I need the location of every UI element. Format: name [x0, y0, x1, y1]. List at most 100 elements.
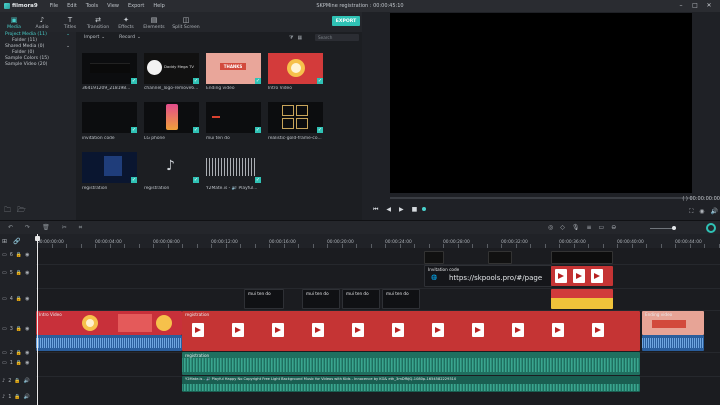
delete-icon[interactable]: 🗑	[42, 224, 50, 232]
marker-icon[interactable]: ◇	[560, 224, 565, 231]
redo-icon[interactable]: ↷	[25, 224, 30, 232]
menu-export[interactable]: Export	[128, 3, 144, 9]
arrow-clip[interactable]: mui ten do	[342, 289, 380, 309]
audio-mixer-icon[interactable]: ≡	[587, 224, 592, 231]
track-header-video-4[interactable]: ▭ 4 🔒 ◉	[0, 296, 36, 302]
lock-icon[interactable]: 🔒	[16, 252, 22, 258]
tab-split-screen[interactable]: ◫ Split Screen	[168, 12, 204, 32]
close-icon[interactable]: ✕	[702, 2, 716, 9]
media-thumb[interactable]: ✓	[144, 102, 199, 133]
folder-icon[interactable]: 🗁	[17, 206, 26, 217]
grid-view-icon[interactable]: ▦	[297, 35, 302, 41]
track-header-audio-2[interactable]: ♪ 2 🔒 🔊	[0, 378, 36, 384]
timeline-clip[interactable]	[424, 251, 444, 264]
eye-icon[interactable]: ◉	[25, 326, 29, 332]
menu-edit[interactable]: Edit	[67, 3, 77, 9]
skip-back-icon[interactable]: ⏮	[373, 206, 378, 214]
search-input[interactable]: Search	[315, 34, 359, 41]
fullscreen-icon[interactable]: ⛶	[689, 208, 693, 216]
lock-icon[interactable]: 🔒	[16, 326, 22, 332]
media-thumb[interactable]: ✓	[82, 53, 137, 84]
play-icon[interactable]: ▶	[399, 206, 404, 214]
lock-icon[interactable]: 🔒	[14, 394, 20, 400]
undo-icon[interactable]: ↶	[8, 224, 13, 232]
render-icon[interactable]: ◎	[548, 224, 553, 231]
filter-icon[interactable]: ⧩	[289, 35, 293, 41]
eye-icon[interactable]: ◉	[25, 296, 29, 302]
arrow-clip[interactable]: mui ten do	[302, 289, 340, 309]
media-thumb[interactable]: ✓	[82, 152, 137, 183]
tab-transition[interactable]: ⇄ Transition	[84, 12, 112, 32]
playhead-handle[interactable]	[35, 236, 40, 241]
crop-icon[interactable]: ⌗	[79, 224, 82, 232]
link-icon[interactable]: 🔗	[13, 238, 20, 245]
snapshot-icon[interactable]: ◉	[699, 208, 704, 216]
lock-icon[interactable]: 🔒	[16, 360, 22, 366]
track-header-video-2[interactable]: ▭ 2 🔒 ◉	[0, 350, 36, 356]
eye-icon[interactable]: ◉	[25, 270, 29, 276]
eye-icon[interactable]: ◉	[25, 350, 29, 356]
intro-video-clip[interactable]: Intro Video	[36, 311, 182, 335]
zoom-out-icon[interactable]: ⊖	[611, 224, 616, 231]
menu-file[interactable]: File	[50, 3, 58, 9]
timeline-clip[interactable]	[551, 251, 613, 264]
track-header-audio-1[interactable]: ♪ 1 🔒 🔊	[0, 394, 36, 400]
track-header-video-1[interactable]: ▭ 1 🔒 ◉	[0, 360, 36, 366]
colorful-clip[interactable]	[551, 289, 613, 309]
timeline-playhead[interactable]	[37, 234, 38, 405]
media-thumb[interactable]: ♪ ✓	[144, 152, 199, 183]
eye-icon[interactable]: ◉	[25, 252, 29, 258]
lock-icon[interactable]: 🔒	[16, 270, 22, 276]
new-folder-icon[interactable]: 🗀	[4, 206, 11, 217]
registration-clip[interactable]: registration	[182, 311, 640, 351]
media-thumb[interactable]: ✓	[82, 102, 137, 133]
media-thumb[interactable]: Daddy Mega TV ✓	[144, 53, 199, 84]
arrow-clip[interactable]: mui ten do	[244, 289, 284, 309]
preview-scrubber[interactable]	[390, 197, 692, 199]
registration-audio-clip[interactable]: registration	[182, 352, 640, 375]
play-back-icon[interactable]: ◀	[386, 206, 391, 214]
timeline-clip[interactable]	[488, 251, 512, 264]
lock-icon[interactable]: 🔒	[16, 296, 22, 302]
mic-icon[interactable]: 🎙	[572, 224, 580, 231]
ending-video-clip[interactable]: Ending video	[642, 311, 704, 335]
maximize-icon[interactable]: □	[688, 2, 702, 9]
timeline-ruler[interactable]: ⊞ 🔗 00:00:00:00 00:00:04:00 00:00:08:00 00:…	[0, 234, 720, 248]
stop-icon[interactable]: ■	[412, 206, 418, 214]
arrow-clip[interactable]: mui ten do	[382, 289, 420, 309]
speaker-icon[interactable]: 🔊	[24, 378, 30, 384]
menu-tools[interactable]: Tools	[86, 3, 98, 9]
music-clip[interactable]: Y2Mate.is - 🔊 Playful Happy No Copyright…	[182, 376, 640, 392]
invitation-code-clip[interactable]: Invitation code 🌐 https://skpools.pro/#/…	[424, 265, 552, 287]
media-thumb[interactable]: ✓	[206, 152, 261, 183]
record-dropdown[interactable]: Record ⌄	[119, 35, 141, 40]
track-header-video-5[interactable]: ▭ 5 🔒 ◉	[0, 270, 36, 276]
eye-icon[interactable]: ◉	[25, 360, 29, 366]
tab-effects[interactable]: ✦ Effects	[112, 12, 140, 32]
cut-icon[interactable]: ✂	[62, 224, 67, 232]
add-track-icon[interactable]: ⊞	[2, 238, 7, 245]
media-thumb[interactable]: ✓	[268, 53, 323, 84]
lock-icon[interactable]: 🔒	[14, 378, 20, 384]
minimize-icon[interactable]: –	[674, 2, 688, 9]
import-dropdown[interactable]: Import ⌄	[84, 35, 105, 40]
playhead-dot[interactable]	[422, 207, 426, 211]
track-header-video-3[interactable]: ▭ 3 🔒 ◉	[0, 326, 36, 332]
lock-icon[interactable]: 🔒	[16, 350, 22, 356]
speaker-icon[interactable]: 🔊	[24, 394, 30, 400]
voiceover-icon[interactable]: ▭	[599, 224, 605, 231]
tab-media[interactable]: ▣ Media	[0, 12, 28, 32]
tab-elements[interactable]: ▤ Elements	[140, 12, 168, 32]
tab-audio[interactable]: ♪ Audio	[28, 12, 56, 32]
tab-titles[interactable]: T Titles	[56, 12, 84, 32]
export-button[interactable]: EXPORT	[332, 16, 360, 26]
volume-icon[interactable]: 🔊	[711, 208, 718, 216]
media-thumb[interactable]: ✓	[268, 102, 323, 133]
menu-view[interactable]: View	[107, 3, 119, 9]
media-thumb[interactable]: ✓	[206, 102, 261, 133]
red-slide-clip[interactable]	[551, 266, 613, 286]
track-header-video-6[interactable]: ▭ 6 🔒 ◉	[0, 252, 36, 258]
library-item-sample-video[interactable]: Sample Video (20)	[0, 62, 76, 68]
zoom-slider-handle[interactable]	[672, 226, 676, 230]
snap-toggle-icon[interactable]	[706, 223, 716, 233]
